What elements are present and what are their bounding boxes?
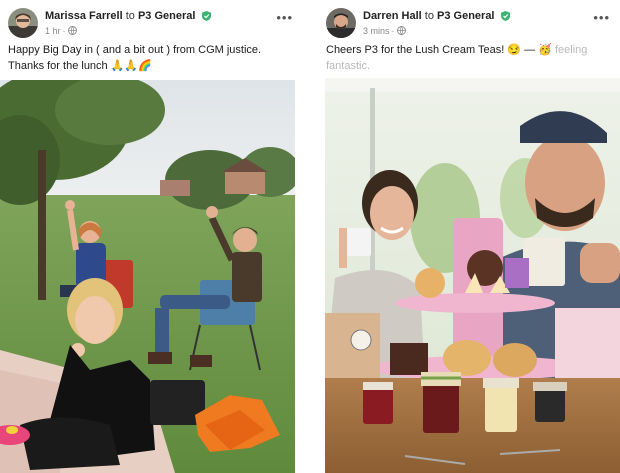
- post-marissa: Marissa Farrell to P3 General 1 hr · ••• …: [0, 0, 303, 473]
- globe-icon: [396, 26, 406, 37]
- post-time[interactable]: 1 hr: [45, 26, 61, 36]
- post-divider: [303, 0, 318, 473]
- verified-shield-icon: [201, 11, 211, 24]
- post-message: Cheers P3 for the Lush Cream Teas! 😏 — 🥳…: [326, 42, 606, 74]
- group-name[interactable]: P3 General: [138, 10, 195, 22]
- author-line: Marissa Farrell to P3 General: [45, 10, 211, 24]
- author-avatar[interactable]: [326, 8, 356, 38]
- more-options-button[interactable]: •••: [276, 10, 293, 25]
- post-meta: 3 mins ·: [363, 26, 406, 37]
- cream-tea-selfie-photo[interactable]: [325, 78, 620, 473]
- author-name[interactable]: Marissa Farrell: [45, 10, 123, 22]
- post-time[interactable]: 3 mins: [363, 26, 390, 36]
- author-avatar[interactable]: [8, 8, 38, 38]
- park-group-photo[interactable]: [0, 80, 295, 473]
- verified-shield-icon: [500, 11, 510, 24]
- post-message: Happy Big Day in ( and a bit out ) from …: [8, 44, 262, 72]
- post-darren: Darren Hall to P3 General 3 mins · ••• Ch…: [318, 0, 620, 473]
- globe-icon: [67, 26, 77, 37]
- more-options-button[interactable]: •••: [593, 10, 610, 25]
- to-label: to: [125, 10, 135, 22]
- post-header: Darren Hall to P3 General 3 mins · •••: [326, 8, 612, 40]
- author-name[interactable]: Darren Hall: [363, 10, 422, 22]
- post-header: Marissa Farrell to P3 General 1 hr · •••: [8, 8, 295, 40]
- post-message-main: Cheers P3 for the Lush Cream Teas! 😏 — 🥳: [326, 44, 552, 56]
- post-meta: 1 hr ·: [45, 26, 77, 37]
- author-line: Darren Hall to P3 General: [363, 10, 510, 24]
- to-label: to: [424, 10, 434, 22]
- group-name[interactable]: P3 General: [437, 10, 494, 22]
